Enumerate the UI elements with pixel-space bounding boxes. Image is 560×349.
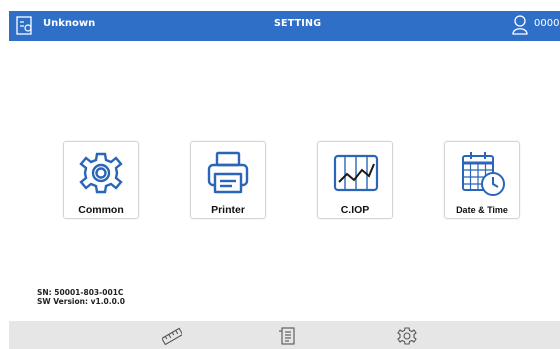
printer-tile[interactable]: Printer	[190, 141, 266, 219]
document-icon[interactable]	[278, 326, 298, 346]
patient-label[interactable]: Unknown	[43, 18, 95, 29]
ciop-tile[interactable]: C.IOP	[317, 141, 393, 219]
calendar-clock-icon	[462, 152, 505, 196]
common-label: Common	[78, 204, 124, 216]
printer-icon	[207, 151, 249, 194]
device-info: SN: 50001-803-001C SW Version: v1.0.0.0	[37, 288, 125, 306]
patient-list-icon[interactable]	[15, 15, 35, 37]
date-time-label: Date & Time	[456, 205, 508, 215]
software-version: SW Version: v1.0.0.0	[37, 297, 125, 306]
common-tile[interactable]: Common	[63, 141, 139, 219]
bottom-nav	[9, 321, 560, 349]
ruler-icon[interactable]	[162, 326, 182, 346]
top-bar: Unknown SETTING 0000000	[9, 11, 560, 41]
gear-icon	[79, 152, 123, 194]
user-id[interactable]: 0000000	[534, 18, 560, 29]
page-title: SETTING	[274, 18, 322, 29]
date-time-tile[interactable]: Date & Time	[444, 141, 520, 219]
serial-number: SN: 50001-803-001C	[37, 288, 124, 297]
chart-icon	[333, 154, 379, 192]
printer-label: Printer	[211, 204, 245, 216]
user-icon[interactable]	[511, 14, 529, 36]
ciop-label: C.IOP	[340, 204, 370, 216]
settings-icon[interactable]	[397, 326, 417, 346]
